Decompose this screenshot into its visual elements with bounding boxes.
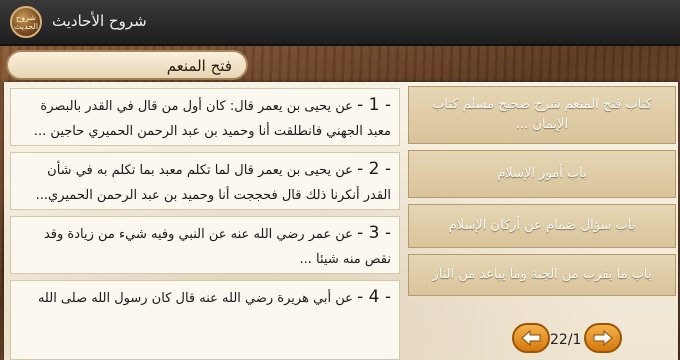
next-page-button[interactable] <box>584 323 622 353</box>
hadith-number: - 3 - <box>357 223 391 243</box>
chapter-label: كتاب فتح المنعم شرح صحيح مسلم كتاب الإيم… <box>432 97 652 132</box>
arrow-left-icon <box>521 330 541 346</box>
hadith-item[interactable]: - 3 - عن عمر رضي الله عنه عن النبي وفيه … <box>10 216 400 274</box>
chapter-label: باب ما يقرب من الجنة وما يباعد من النار <box>432 267 652 282</box>
chapter-label: باب أمور الإسلام <box>497 166 587 181</box>
section-title: فتح المنعم <box>166 57 232 75</box>
hadith-item[interactable]: - 4 - عن أبي هريرة رضي الله عنه قال كان … <box>10 280 400 360</box>
hadith-text: عن يحيى بن يعمر قال: كان أول من قال في ا… <box>33 99 391 139</box>
app-logo-icon[interactable]: شروح الحديث <box>10 6 42 38</box>
app-title: شروح الأحاديث <box>52 12 147 30</box>
chapter-item[interactable]: باب أمور الإسلام <box>408 150 676 198</box>
hadith-number: - 1 - <box>357 95 391 115</box>
section-header: فتح المنعم <box>6 50 248 80</box>
hadith-text: عن يحيى بن يعمر قال لما تكلم معبد بما تك… <box>35 163 391 203</box>
hadith-item[interactable]: - 1 - عن يحيى بن يعمر قال: كان أول من قا… <box>10 88 400 146</box>
hadith-number: - 2 - <box>357 159 391 179</box>
title-bar: شروح الحديث شروح الأحاديث <box>0 0 680 46</box>
prev-page-button[interactable] <box>512 323 550 353</box>
app-logo-text: شروح الحديث <box>13 13 39 31</box>
chapter-label: باب سؤال ضمام عن أركان الإسلام <box>448 218 636 233</box>
hadith-text: عن عمر رضي الله عنه عن النبي وفيه شيء من… <box>43 227 391 267</box>
hadith-text: عن أبي هريرة رضي الله عنه قال كان رسول ا… <box>37 291 353 306</box>
hadith-number: - 4 - <box>357 287 391 307</box>
hadith-item[interactable]: - 2 - عن يحيى بن يعمر قال لما تكلم معبد … <box>10 152 400 210</box>
chapter-item[interactable]: باب سؤال ضمام عن أركان الإسلام <box>408 204 676 248</box>
arrow-right-icon <box>593 330 613 346</box>
chapter-item[interactable]: كتاب فتح المنعم شرح صحيح مسلم كتاب الإيم… <box>408 86 676 144</box>
chapter-item[interactable]: باب ما يقرب من الجنة وما يباعد من النار <box>408 254 676 296</box>
page-counter: 22/1 <box>550 332 582 348</box>
